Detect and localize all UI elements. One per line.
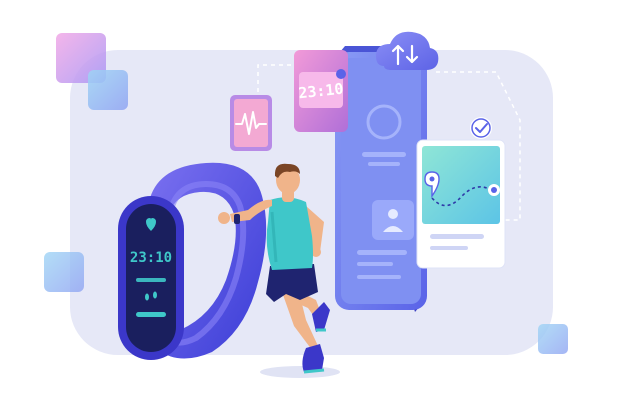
band-time: 23:10 [130,250,172,266]
phone-card [372,200,414,240]
decor-square-blue [88,70,128,110]
phone-line [357,275,401,279]
decor-square-left [44,252,84,292]
phone-line [357,250,407,255]
runner-shadow [260,366,340,378]
check-icon [470,117,492,139]
map-card [416,139,506,269]
pulse-card [230,95,272,151]
decor-square-right [538,324,568,354]
smartphone [335,46,427,312]
phone-screen [341,58,421,304]
band-progress-track [136,278,166,282]
cloud-sync-icon [376,31,439,70]
fitness-scene: 23:10 23:10 [44,31,568,378]
phone-line [362,152,406,157]
map-pin-icon [488,184,500,196]
map-card-line [430,234,484,239]
clock-card-dot [336,69,346,79]
map-card-line [430,246,468,250]
runner-wristband [234,214,240,224]
band-progress-bar [136,312,166,317]
clock-card: 23:10 [294,50,348,132]
phone-line [368,162,400,166]
phone-line [357,262,393,266]
